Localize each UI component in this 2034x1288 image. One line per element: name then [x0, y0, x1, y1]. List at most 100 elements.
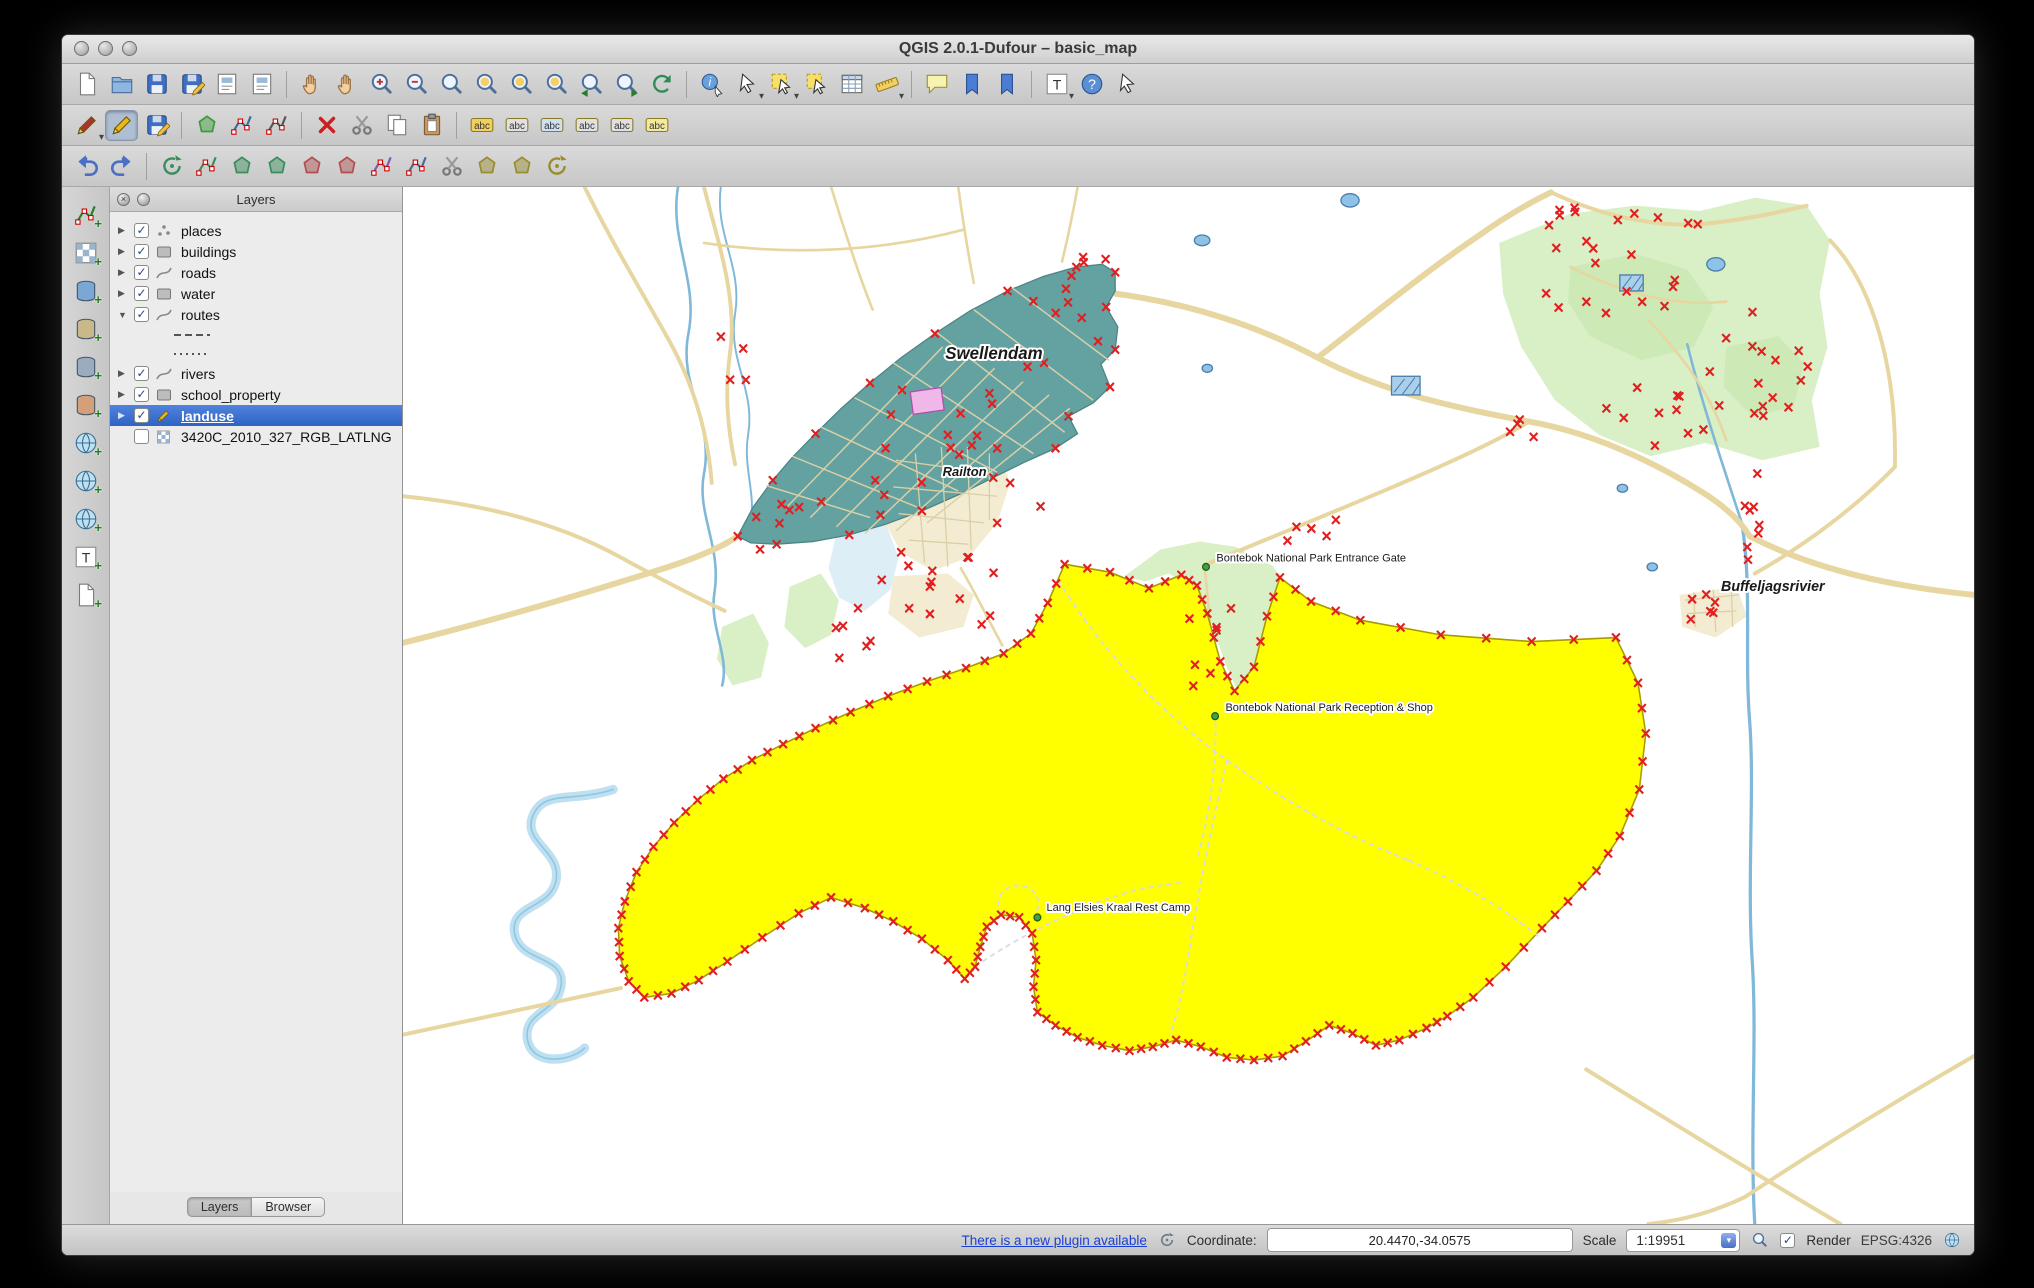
- add-ring-button[interactable]: [225, 151, 258, 182]
- refresh-map-button[interactable]: [645, 69, 678, 100]
- copy-features-button[interactable]: [380, 110, 413, 141]
- open-attribute-table-button[interactable]: [835, 69, 868, 100]
- routes-symbology-item[interactable]: [110, 325, 402, 344]
- expand-arrow-icon[interactable]: ▶: [118, 246, 134, 257]
- rotate-point-symbols-button[interactable]: [540, 151, 573, 182]
- magnifier-icon[interactable]: [1750, 1230, 1770, 1250]
- new-project-button[interactable]: [70, 69, 103, 100]
- layer-item-water[interactable]: ▶ ✓ water: [110, 283, 402, 304]
- add-delimited-text-layer-button[interactable]: +: [69, 541, 102, 573]
- render-toggle[interactable]: ✓ Render: [1780, 1232, 1851, 1248]
- node-tool-button[interactable]: [260, 110, 293, 141]
- save-project-button[interactable]: [140, 69, 173, 100]
- collapse-arrow-icon[interactable]: ▼: [118, 310, 134, 320]
- map-tips-button[interactable]: [920, 69, 953, 100]
- zoom-out-button[interactable]: [400, 69, 433, 100]
- cut-features-button[interactable]: [345, 110, 378, 141]
- split-features-button[interactable]: [435, 151, 468, 182]
- expand-arrow-icon[interactable]: ▶: [118, 267, 134, 278]
- new-composer-button[interactable]: [210, 69, 243, 100]
- render-checkbox[interactable]: ✓: [1780, 1232, 1796, 1248]
- measure-button[interactable]: ▾: [870, 69, 904, 102]
- map-canvas[interactable]: Swellendam Railton Bontebok National Park …: [403, 187, 1974, 1224]
- zoom-to-selection-button[interactable]: [505, 69, 538, 100]
- expand-arrow-icon[interactable]: ▶: [118, 389, 134, 400]
- toggle-editing-button[interactable]: [105, 109, 138, 141]
- add-feature-button[interactable]: [190, 110, 223, 141]
- simplify-feature-button[interactable]: [190, 151, 223, 182]
- zoom-last-button[interactable]: [575, 69, 608, 100]
- label-move-button[interactable]: [570, 110, 603, 141]
- run-feature-action-button[interactable]: ▾: [730, 69, 764, 102]
- routes-symbology-item[interactable]: [110, 344, 402, 363]
- tab-browser[interactable]: Browser: [251, 1197, 326, 1217]
- new-bookmark-button[interactable]: [955, 69, 988, 100]
- layer-visibility-checkbox[interactable]: ✓: [134, 366, 149, 381]
- dropdown-arrow-icon[interactable]: ▾: [759, 91, 764, 102]
- layer-visibility-checkbox[interactable]: ✓: [134, 387, 149, 402]
- plugin-icon[interactable]: [1157, 1230, 1177, 1250]
- add-part-button[interactable]: [260, 151, 293, 182]
- label-show-hide-button[interactable]: [535, 110, 568, 141]
- dropdown-arrow-icon[interactable]: ▾: [99, 132, 104, 143]
- composer-manager-button[interactable]: [245, 69, 278, 100]
- layer-item-rivers[interactable]: ▶ ✓ rivers: [110, 363, 402, 384]
- label-pin-button[interactable]: [500, 110, 533, 141]
- layer-visibility-checkbox[interactable]: ✓: [134, 244, 149, 259]
- layer-visibility-checkbox[interactable]: ✓: [134, 286, 149, 301]
- labeling-button[interactable]: [465, 110, 498, 141]
- current-edits-button[interactable]: ▾: [70, 110, 104, 143]
- layer-visibility-checkbox[interactable]: ✓: [134, 408, 149, 423]
- annotation-button[interactable]: ▾: [1040, 69, 1074, 102]
- layer-item-school_property[interactable]: ▶ ✓ school_property: [110, 384, 402, 405]
- expand-arrow-icon[interactable]: ▶: [118, 225, 134, 236]
- dropdown-arrow-icon[interactable]: ▾: [794, 91, 799, 102]
- open-project-button[interactable]: [105, 69, 138, 100]
- combo-arrow-icon[interactable]: ▾: [1721, 1232, 1737, 1248]
- zoom-full-button[interactable]: [470, 69, 503, 100]
- layer-visibility-checkbox[interactable]: [134, 429, 149, 444]
- add-postgis-layer-button[interactable]: +: [69, 275, 102, 307]
- dropdown-arrow-icon[interactable]: ▾: [1069, 91, 1074, 102]
- undo-button[interactable]: [70, 151, 103, 182]
- add-wcs-layer-button[interactable]: +: [69, 465, 102, 497]
- add-vector-layer-button[interactable]: +: [69, 199, 102, 231]
- identify-features-button[interactable]: [695, 69, 728, 100]
- layer-visibility-checkbox[interactable]: ✓: [134, 223, 149, 238]
- layer-visibility-checkbox[interactable]: ✓: [134, 307, 149, 322]
- help-contents-button[interactable]: [1075, 69, 1108, 100]
- layer-item-routes[interactable]: ▼ ✓ routes: [110, 304, 402, 325]
- layer-item-3420C_2010_327_RGB_LATLNG[interactable]: 3420C_2010_327_RGB_LATLNG: [110, 426, 402, 447]
- offset-curve-button[interactable]: [400, 151, 433, 182]
- new-shapefile-layer-button[interactable]: +: [69, 579, 102, 611]
- add-mssql-layer-button[interactable]: +: [69, 351, 102, 383]
- layer-item-places[interactable]: ▶ ✓ places: [110, 220, 402, 241]
- label-properties-button[interactable]: [640, 110, 673, 141]
- pan-to-selection-button[interactable]: [330, 69, 363, 100]
- rotate-feature-button[interactable]: [155, 151, 188, 182]
- zoom-in-button[interactable]: [365, 69, 398, 100]
- delete-part-button[interactable]: [330, 151, 363, 182]
- layer-item-roads[interactable]: ▶ ✓ roads: [110, 262, 402, 283]
- dropdown-arrow-icon[interactable]: ▾: [899, 91, 904, 102]
- save-project-as-button[interactable]: [175, 69, 208, 100]
- select-features-button[interactable]: ▾: [765, 69, 799, 102]
- zoom-to-layer-button[interactable]: [540, 69, 573, 100]
- plugin-available-link[interactable]: There is a new plugin available: [961, 1233, 1146, 1248]
- redo-button[interactable]: [105, 151, 138, 182]
- add-wms-layer-button[interactable]: +: [69, 427, 102, 459]
- expand-arrow-icon[interactable]: ▶: [118, 368, 134, 379]
- deselect-features-button[interactable]: [800, 69, 833, 100]
- save-layer-edits-button[interactable]: [140, 110, 173, 141]
- crs-status-icon[interactable]: [1942, 1230, 1962, 1250]
- whats-this-button[interactable]: [1110, 69, 1143, 100]
- expand-arrow-icon[interactable]: ▶: [118, 288, 134, 299]
- layer-item-buildings[interactable]: ▶ ✓ buildings: [110, 241, 402, 262]
- merge-features-button[interactable]: [470, 151, 503, 182]
- zoom-native-button[interactable]: [435, 69, 468, 100]
- add-spatialite-layer-button[interactable]: +: [69, 313, 102, 345]
- scale-combo[interactable]: 1:19951 ▾: [1626, 1228, 1741, 1252]
- delete-selected-button[interactable]: [310, 110, 343, 141]
- show-bookmarks-button[interactable]: [990, 69, 1023, 100]
- add-raster-layer-button[interactable]: +: [69, 237, 102, 269]
